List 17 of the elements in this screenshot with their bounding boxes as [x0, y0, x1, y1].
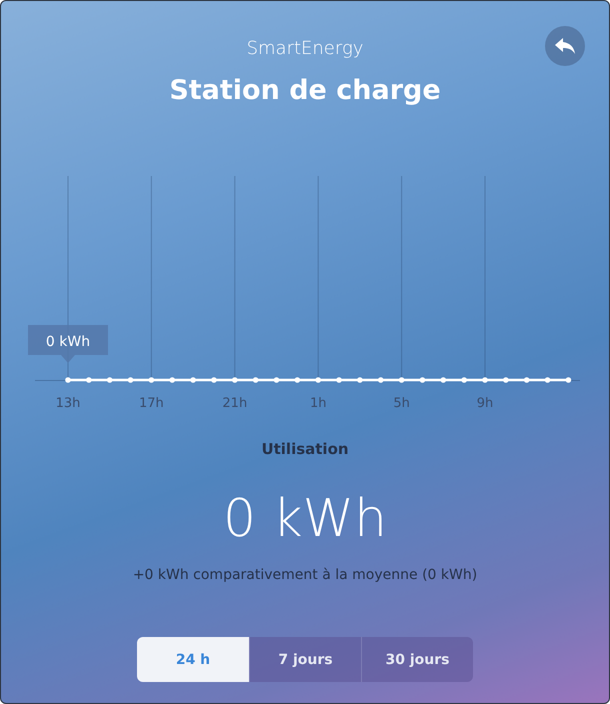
axis-label: 17h: [139, 396, 164, 411]
axis-label: 1h: [310, 396, 326, 411]
axis-label: 21h: [222, 396, 248, 411]
period-tab[interactable]: 7 jours: [249, 637, 361, 682]
axis-label: 9h: [476, 396, 494, 411]
reply-arrow-icon: [555, 38, 575, 54]
axis-label: 13h: [56, 396, 80, 411]
value-tooltip: 0 kWh: [28, 325, 108, 363]
usage-value: 0 kWh: [222, 489, 388, 549]
app-name: SmartEnergy: [246, 38, 364, 59]
back-button[interactable]: [545, 26, 585, 66]
axis-label: 5h: [393, 396, 410, 411]
usage-label: Utilisation: [261, 440, 349, 458]
comparison-text: +0 kWh comparativement à la moyenne (0 kWh): [132, 567, 478, 583]
period-tab[interactable]: 30 jours: [361, 637, 473, 682]
page-title: Station de charge: [169, 75, 441, 106]
period-tab[interactable]: 24 h: [137, 637, 249, 682]
